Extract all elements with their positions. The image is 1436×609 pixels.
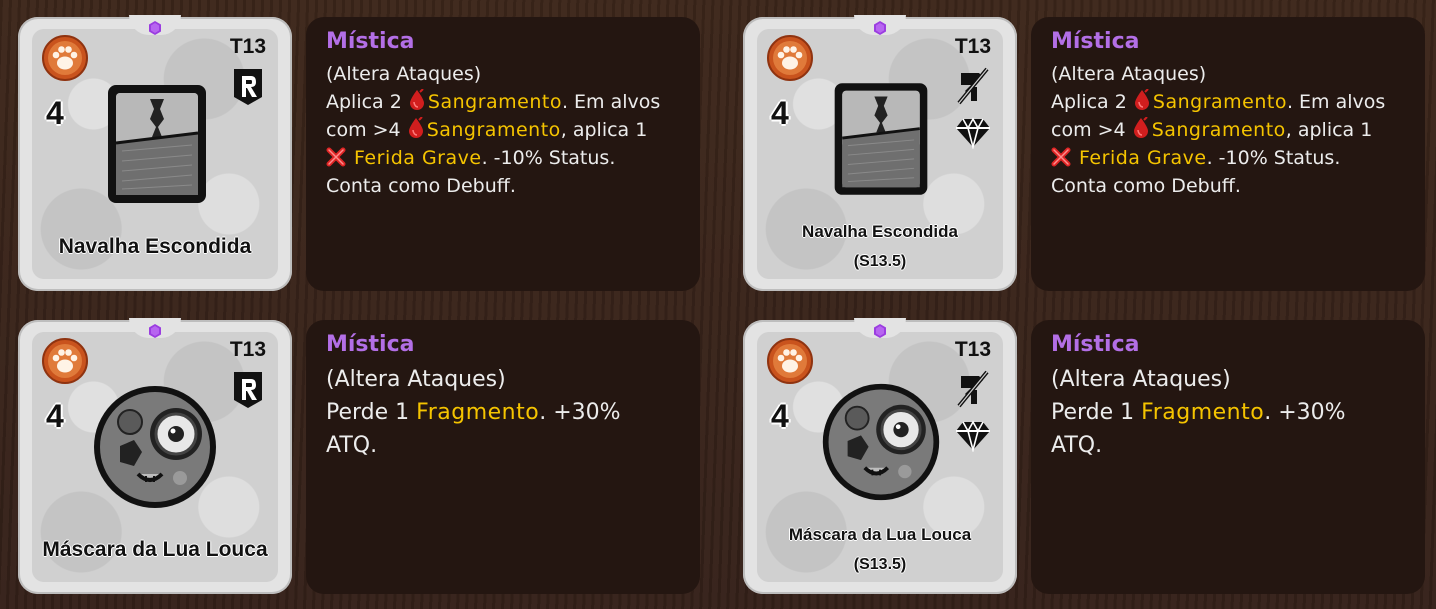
cost-value: 4 (46, 398, 64, 434)
item-cell-navalha: T13 4 Navalha Escondida Mística (Altera … (18, 15, 718, 297)
desc-text: Perde 1 (1051, 400, 1135, 425)
desc-text: com >4 (1051, 119, 1126, 141)
rarity-label: Mística (1051, 332, 1140, 357)
desc-line: Ferida Grave. -10% Status. (1051, 144, 1405, 172)
keyword-fragmento[interactable]: Fragmento (416, 400, 539, 425)
rarity-label: Mística (1051, 29, 1140, 54)
paw-icon (42, 338, 88, 384)
desc-text: Aplica 2 (326, 91, 402, 113)
keyword-sangramento[interactable]: Sangramento (428, 91, 562, 113)
tag-line: (Altera Ataques) (1051, 367, 1231, 392)
mask-icon (90, 382, 220, 512)
desc-text: . +30% (1264, 400, 1346, 425)
keyword-ferida-grave[interactable]: Ferida Grave (1079, 147, 1207, 169)
blood-drop-icon (1133, 89, 1151, 111)
desc-text: . +30% (539, 400, 621, 425)
desc-text: . -10% Status. (1206, 147, 1341, 169)
desc-line: Ferida Grave. -10% Status. (326, 144, 680, 172)
cost-value: 4 (46, 95, 64, 131)
desc-text: . Em alvos (1286, 91, 1386, 113)
blood-drop-icon (1132, 117, 1150, 139)
desc-line: ATQ. (1051, 433, 1103, 458)
crossed-weapon-icon (957, 370, 989, 410)
paw-icon (767, 338, 813, 384)
desc-line: Conta como Debuff. (326, 175, 516, 197)
item-card[interactable]: T13 4 Máscara da Lua Louca (S13.5) (743, 318, 1017, 594)
item-name: Máscara da Lua Louca (788, 525, 972, 544)
item-description-panel: Mística (Altera Ataques) Aplica 2 Sangra… (1031, 17, 1425, 291)
item-name: Máscara da Lua Louca (42, 538, 268, 561)
keyword-sangramento[interactable]: Sangramento (1153, 91, 1287, 113)
red-x-wound-icon (1051, 147, 1071, 167)
desc-line: Conta como Debuff. (1051, 175, 1241, 197)
desc-text: . -10% Status. (481, 147, 616, 169)
blood-drop-icon (407, 117, 425, 139)
paw-icon (42, 35, 88, 81)
item-card[interactable]: T13 4 Navalha Escondida (18, 15, 292, 291)
tag-line: (Altera Ataques) (326, 63, 482, 85)
rarity-label: Mística (326, 29, 415, 54)
rarity-label: Mística (326, 332, 415, 357)
item-name: Navalha Escondida (802, 222, 958, 241)
desc-text: , aplica 1 (1285, 119, 1373, 141)
season-label: (S13.5) (853, 556, 907, 573)
cost-value: 4 (771, 95, 789, 131)
desc-line: com >4 Sangramento, aplica 1 (1051, 116, 1405, 144)
desc-line: ATQ. (326, 433, 378, 458)
tier-label: T13 (229, 338, 266, 361)
desc-text: . Em alvos (561, 91, 661, 113)
tier-label: T13 (954, 35, 991, 58)
purple-gem-icon (148, 21, 162, 35)
tag-line: (Altera Ataques) (326, 367, 506, 392)
diamond-icon (955, 420, 991, 452)
paw-icon (767, 35, 813, 81)
desc-text: , aplica 1 (560, 119, 648, 141)
item-card[interactable]: T13 4 Navalha Escondida (S13.5) (743, 15, 1017, 291)
purple-gem-icon (873, 21, 887, 35)
item-card[interactable]: T13 4 Máscara da Lua Louca (18, 318, 292, 594)
diamond-icon (955, 117, 991, 149)
keyword-sangramento[interactable]: Sangramento (427, 119, 561, 141)
desc-text: Aplica 2 (1051, 91, 1127, 113)
item-name: Navalha Escondida (58, 235, 252, 258)
blood-drop-icon (408, 89, 426, 111)
tier-label: T13 (954, 338, 991, 361)
red-x-wound-icon (326, 147, 346, 167)
season-label: (S13.5) (853, 253, 907, 270)
razor-icon (102, 79, 212, 209)
tag-line: (Altera Ataques) (1051, 63, 1207, 85)
mask-icon (819, 380, 943, 504)
crossed-weapon-icon (957, 67, 989, 107)
desc-line: Aplica 2 Sangramento. Em alvos (1051, 88, 1405, 116)
desc-line: Aplica 2 Sangramento. Em alvos (326, 88, 680, 116)
razor-icon (829, 77, 933, 201)
keyword-ferida-grave[interactable]: Ferida Grave (354, 147, 482, 169)
item-cell-mascara-s13: T13 4 Máscara da Lua Louca (S13.5) Místi… (743, 318, 1436, 600)
item-description-panel: Mística (Altera Ataques) Perde 1 Fragmen… (1031, 320, 1425, 594)
item-description-panel: Mística (Altera Ataques) Perde 1 Fragmen… (306, 320, 700, 594)
desc-text: com >4 (326, 119, 401, 141)
r-badge-icon (232, 67, 264, 107)
desc-line: Perde 1 Fragmento. +30% (326, 396, 680, 429)
item-description-panel: Mística (Altera Ataques) Aplica 2 Sangra… (306, 17, 700, 291)
desc-line: Perde 1 Fragmento. +30% (1051, 396, 1405, 429)
desc-line: com >4 Sangramento, aplica 1 (326, 116, 680, 144)
item-cell-navalha-s13: T13 4 Navalha Escondida (S13.5) Mística … (743, 15, 1436, 297)
r-badge-icon (232, 370, 264, 410)
item-cell-mascara: T13 4 Máscara da Lua Louca Mística (Alte… (18, 318, 718, 600)
purple-gem-icon (873, 324, 887, 338)
desc-text: Perde 1 (326, 400, 410, 425)
keyword-fragmento[interactable]: Fragmento (1141, 400, 1264, 425)
tier-label: T13 (229, 35, 266, 58)
keyword-sangramento[interactable]: Sangramento (1152, 119, 1286, 141)
cost-value: 4 (771, 398, 789, 434)
purple-gem-icon (148, 324, 162, 338)
